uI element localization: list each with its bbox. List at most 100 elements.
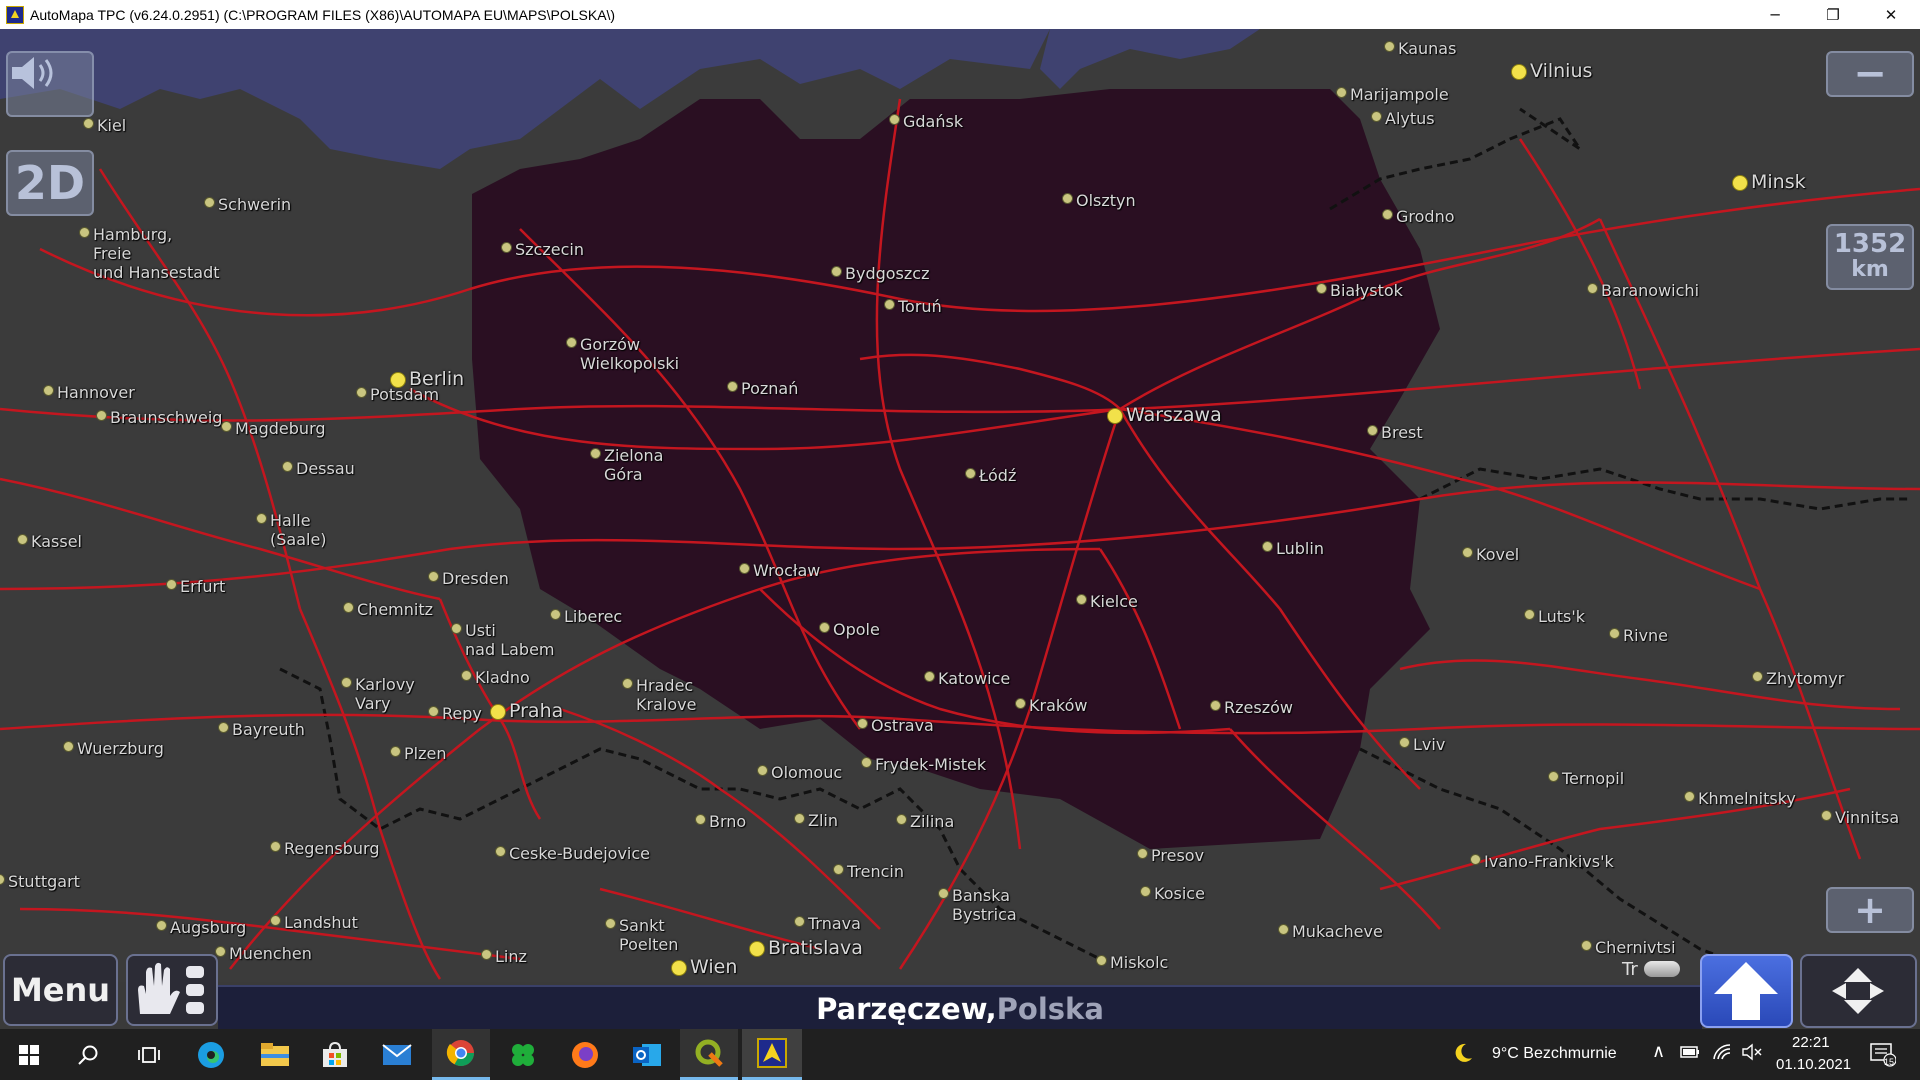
- city-marker[interactable]: [757, 765, 768, 776]
- city-marker[interactable]: [896, 814, 907, 825]
- city-marker[interactable]: [566, 337, 577, 348]
- city-marker[interactable]: [256, 513, 267, 524]
- clover-icon[interactable]: [494, 1029, 552, 1080]
- city-marker[interactable]: [215, 946, 226, 957]
- outlook-icon[interactable]: [618, 1029, 676, 1080]
- city-marker[interactable]: [270, 841, 281, 852]
- city-marker[interactable]: [1609, 628, 1620, 639]
- minimize-icon[interactable]: ─: [1746, 0, 1804, 29]
- windows-start-icon[interactable]: [0, 1029, 58, 1080]
- city-marker[interactable]: [550, 609, 561, 620]
- store-icon[interactable]: [306, 1029, 364, 1080]
- city-marker[interactable]: [965, 468, 976, 479]
- city-marker[interactable]: [1524, 609, 1535, 620]
- city-marker[interactable]: [390, 746, 401, 757]
- city-marker[interactable]: [1336, 87, 1347, 98]
- view-mode-button[interactable]: 2D: [6, 150, 94, 216]
- city-marker[interactable]: [671, 960, 687, 976]
- city-marker[interactable]: [481, 949, 492, 960]
- clock-time[interactable]: 22:21: [1792, 1034, 1830, 1051]
- city-marker[interactable]: [1470, 854, 1481, 865]
- city-marker[interactable]: [1399, 737, 1410, 748]
- city-marker[interactable]: [1371, 111, 1382, 122]
- city-marker[interactable]: [461, 670, 472, 681]
- traffic-switch[interactable]: [1643, 961, 1680, 977]
- city-marker[interactable]: [1684, 791, 1695, 802]
- city-marker[interactable]: [1752, 671, 1763, 682]
- city-marker[interactable]: [1732, 175, 1748, 191]
- city-marker[interactable]: [1511, 64, 1527, 80]
- city-marker[interactable]: [1278, 924, 1289, 935]
- city-marker[interactable]: [428, 571, 439, 582]
- close-icon[interactable]: ✕: [1862, 0, 1920, 29]
- city-marker[interactable]: [831, 266, 842, 277]
- city-marker[interactable]: [1316, 283, 1327, 294]
- city-marker[interactable]: [17, 534, 28, 545]
- city-marker[interactable]: [857, 718, 868, 729]
- pan-button[interactable]: [1800, 954, 1917, 1028]
- task-view-icon[interactable]: [120, 1029, 178, 1080]
- city-marker[interactable]: [428, 706, 439, 717]
- city-marker[interactable]: [490, 704, 506, 720]
- city-marker[interactable]: [166, 579, 177, 590]
- city-marker[interactable]: [1367, 425, 1378, 436]
- city-marker[interactable]: [938, 888, 949, 899]
- automapa-icon[interactable]: [742, 1029, 802, 1080]
- city-marker[interactable]: [605, 918, 616, 929]
- city-marker[interactable]: [79, 227, 90, 238]
- city-marker[interactable]: [622, 678, 633, 689]
- city-marker[interactable]: [1076, 594, 1087, 605]
- volume-muted-icon[interactable]: [1742, 1043, 1762, 1066]
- zoom-out-button[interactable]: −: [1826, 51, 1914, 97]
- city-marker[interactable]: [1548, 771, 1559, 782]
- menu-button[interactable]: Menu: [3, 954, 118, 1026]
- city-marker[interactable]: [204, 197, 215, 208]
- city-marker[interactable]: [749, 941, 765, 957]
- city-marker[interactable]: [924, 671, 935, 682]
- city-marker[interactable]: [1384, 41, 1395, 52]
- city-marker[interactable]: [739, 563, 750, 574]
- city-marker[interactable]: [1210, 700, 1221, 711]
- city-marker[interactable]: [861, 757, 872, 768]
- city-marker[interactable]: [819, 622, 830, 633]
- edge-icon[interactable]: [182, 1029, 240, 1080]
- city-marker[interactable]: [1140, 886, 1151, 897]
- zoom-in-button[interactable]: +: [1826, 887, 1914, 933]
- city-marker[interactable]: [156, 920, 167, 931]
- weather-text[interactable]: 9°C Bezchmurnie: [1492, 1045, 1617, 1063]
- city-marker[interactable]: [727, 381, 738, 392]
- city-marker[interactable]: [270, 915, 281, 926]
- weather-icon[interactable]: [1452, 1042, 1474, 1069]
- city-marker[interactable]: [833, 864, 844, 875]
- city-marker[interactable]: [1107, 408, 1123, 424]
- qgis-icon[interactable]: [680, 1029, 738, 1080]
- mail-icon[interactable]: [368, 1029, 426, 1080]
- city-marker[interactable]: [1137, 848, 1148, 859]
- city-marker[interactable]: [343, 602, 354, 613]
- city-marker[interactable]: [501, 242, 512, 253]
- wifi-icon[interactable]: [1712, 1043, 1732, 1066]
- city-marker[interactable]: [889, 114, 900, 125]
- city-marker[interactable]: [1821, 810, 1832, 821]
- firefox-icon[interactable]: [556, 1029, 614, 1080]
- search-icon[interactable]: [60, 1029, 118, 1080]
- city-marker[interactable]: [63, 741, 74, 752]
- city-marker[interactable]: [451, 623, 462, 634]
- chrome-icon[interactable]: [432, 1029, 490, 1080]
- clock-date[interactable]: 01.10.2021: [1776, 1056, 1851, 1073]
- city-marker[interactable]: [341, 677, 352, 688]
- chevron-up-icon[interactable]: ∧: [1652, 1041, 1665, 1062]
- city-marker[interactable]: [282, 461, 293, 472]
- city-marker[interactable]: [590, 448, 601, 459]
- city-marker[interactable]: [1462, 547, 1473, 558]
- map-canvas[interactable]: Kaunas Vilnius Marijampole Alytus Gdańsk Kiel…: [0, 29, 1920, 982]
- city-marker[interactable]: [96, 410, 107, 421]
- restore-icon[interactable]: ❐: [1804, 0, 1862, 29]
- city-marker[interactable]: [1096, 955, 1107, 966]
- file-explorer-icon[interactable]: [246, 1029, 304, 1080]
- city-marker[interactable]: [495, 846, 506, 857]
- city-marker[interactable]: [221, 421, 232, 432]
- city-marker[interactable]: [43, 385, 54, 396]
- sound-button[interactable]: [6, 51, 94, 117]
- city-marker[interactable]: [1062, 193, 1073, 204]
